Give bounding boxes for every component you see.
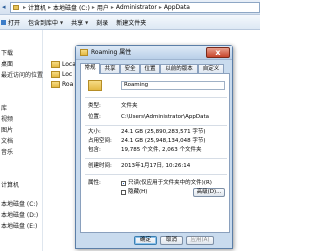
new-folder-button[interactable]: 新建文件夹 [112, 16, 150, 29]
tab-customize[interactable]: 自定义 [198, 64, 224, 73]
nav-item-recent[interactable]: 最近访问的位置 [1, 72, 43, 80]
type-value: 文件夹 [121, 103, 138, 109]
dialog-title: Roaming 属性 [91, 49, 132, 56]
created-label: 创建时间: [88, 163, 112, 169]
tab-previous-versions[interactable]: 以前的版本 [160, 64, 198, 73]
file-item-locallow[interactable]: Loc [51, 69, 72, 79]
command-bar: 打开 包含到库中 ▼ 共享 ▼ 刻录 新建文件夹 [0, 15, 260, 30]
hidden-label: 隐藏(H) [128, 189, 148, 195]
nav-item-desktop[interactable]: 桌面 [1, 61, 13, 69]
burn-button[interactable]: 刻录 [92, 16, 112, 29]
breadcrumb-separator: ▸ [91, 4, 95, 11]
checkbox-icon [121, 190, 126, 195]
nav-item-drive-d[interactable]: 本地磁盘 (D:) [1, 212, 38, 220]
file-item-name: Roa [62, 80, 74, 88]
open-button[interactable]: 打开 [0, 16, 24, 29]
divider [85, 125, 227, 126]
breadcrumb-separator: ▸ [48, 4, 52, 11]
back-arrow-icon[interactable]: ◂ [2, 3, 8, 12]
breadcrumb-appdata[interactable]: AppData [164, 4, 190, 11]
location-value: C:\Users\Administrator\AppData [121, 114, 210, 120]
breadcrumb-separator: ▸ [110, 4, 114, 11]
include-in-library-label: 包含到库中 [28, 19, 59, 27]
share-label: 共享 [71, 19, 84, 27]
location-label: 位置: [88, 114, 101, 120]
nav-item-drive-c[interactable]: 本地磁盘 (C:) [1, 201, 38, 209]
open-icon [1, 19, 6, 25]
file-item-name: Loc [62, 70, 73, 78]
file-item-roaming[interactable]: Roa [51, 79, 73, 89]
nav-item-videos[interactable]: 视频 [1, 116, 13, 124]
new-folder-label: 新建文件夹 [116, 19, 147, 27]
nav-item-music[interactable]: 音乐 [1, 149, 13, 157]
chevron-down-icon: ▼ [85, 19, 89, 25]
file-item-local[interactable]: Local [51, 59, 78, 69]
breadcrumb-local-disk-c[interactable]: 本地磁盘 (C:) [53, 3, 90, 12]
folder-icon [51, 80, 60, 88]
divider [85, 97, 227, 98]
divider [85, 158, 227, 159]
type-label: 类型: [88, 103, 101, 109]
nav-item-downloads[interactable]: 下载 [1, 50, 13, 58]
tab-strip: 常规 共享 安全 位置 以前的版本 自定义 [80, 63, 230, 74]
folder-name-field[interactable]: Roaming [121, 81, 225, 90]
nav-item-library[interactable]: 库 [1, 105, 7, 113]
address-bar[interactable]: ▸ 计算机 ▸ 本地磁盘 (C:) ▸ 用户 ▸ Administrator ▸… [10, 2, 260, 13]
apply-button[interactable]: 应用(A) [186, 236, 214, 245]
breadcrumb-separator: ▸ [23, 4, 27, 11]
readonly-label: 只读(仅应用于文件夹中的文件)(R) [128, 180, 212, 186]
breadcrumb-separator: ▸ [158, 4, 162, 11]
tab-general[interactable]: 常规 [80, 63, 100, 74]
size-on-disk-label: 占用空间: [88, 138, 112, 144]
readonly-checkbox[interactable]: 只读(仅应用于文件夹中的文件)(R) [121, 180, 212, 187]
size-on-disk-value: 24.1 GB (25,948,134,048 字节) [121, 138, 206, 144]
cancel-button[interactable]: 取消 [160, 236, 183, 245]
folder-icon [80, 49, 88, 56]
folder-icon [88, 80, 102, 91]
breadcrumb-computer[interactable]: 计算机 [28, 3, 46, 12]
divider [85, 174, 227, 175]
contains-label: 包含: [88, 147, 101, 153]
close-button[interactable]: x [206, 47, 230, 58]
ok-button[interactable]: 确定 [134, 236, 157, 245]
general-panel: Roaming 类型: 文件夹 位置: C:\Users\Administrat… [80, 73, 230, 233]
folder-icon [51, 70, 60, 78]
breadcrumb-administrator[interactable]: Administrator [116, 4, 157, 11]
attributes-label: 属性: [88, 180, 101, 186]
nav-item-computer[interactable]: 计算机 [1, 182, 19, 190]
created-value: 2013年1月17日, 10:26:14 [121, 163, 191, 169]
chevron-down-icon: ▼ [60, 19, 64, 25]
size-label: 大小: [88, 129, 101, 135]
advanced-button[interactable]: 高级(D)... [193, 188, 225, 197]
folder-icon [51, 60, 60, 68]
address-bar-row: ◂ ▸ 计算机 ▸ 本地磁盘 (C:) ▸ 用户 ▸ Administrator… [0, 0, 260, 15]
tab-location[interactable]: 位置 [140, 64, 160, 73]
open-label: 打开 [8, 19, 21, 27]
include-in-library-button[interactable]: 包含到库中 ▼ [24, 16, 67, 29]
hidden-checkbox[interactable]: 隐藏(H) [121, 189, 147, 196]
computer-icon [13, 5, 19, 10]
navigation-pane: 下载 桌面 最近访问的位置 库 视频 图片 文档 音乐 计算机 本地磁盘 (C:… [0, 30, 43, 251]
tab-sharing[interactable]: 共享 [100, 64, 120, 73]
size-value: 24.1 GB (25,890,283,571 字节) [121, 129, 206, 135]
nav-item-drive-e[interactable]: 本地磁盘 (E:) [1, 223, 37, 231]
dialog-titlebar[interactable]: Roaming 属性 x [76, 46, 232, 60]
share-button[interactable]: 共享 ▼ [67, 16, 92, 29]
checkbox-indeterminate-icon [121, 181, 126, 186]
properties-dialog: Roaming 属性 x 常规 共享 安全 位置 以前的版本 自定义 Roami… [75, 45, 233, 249]
nav-item-documents[interactable]: 文档 [1, 138, 13, 146]
tab-security[interactable]: 安全 [120, 64, 140, 73]
nav-item-pictures[interactable]: 图片 [1, 127, 13, 135]
burn-label: 刻录 [96, 19, 109, 27]
breadcrumb-users[interactable]: 用户 [97, 3, 109, 12]
contains-value: 19,785 个文件, 2,063 个文件夹 [121, 147, 202, 153]
